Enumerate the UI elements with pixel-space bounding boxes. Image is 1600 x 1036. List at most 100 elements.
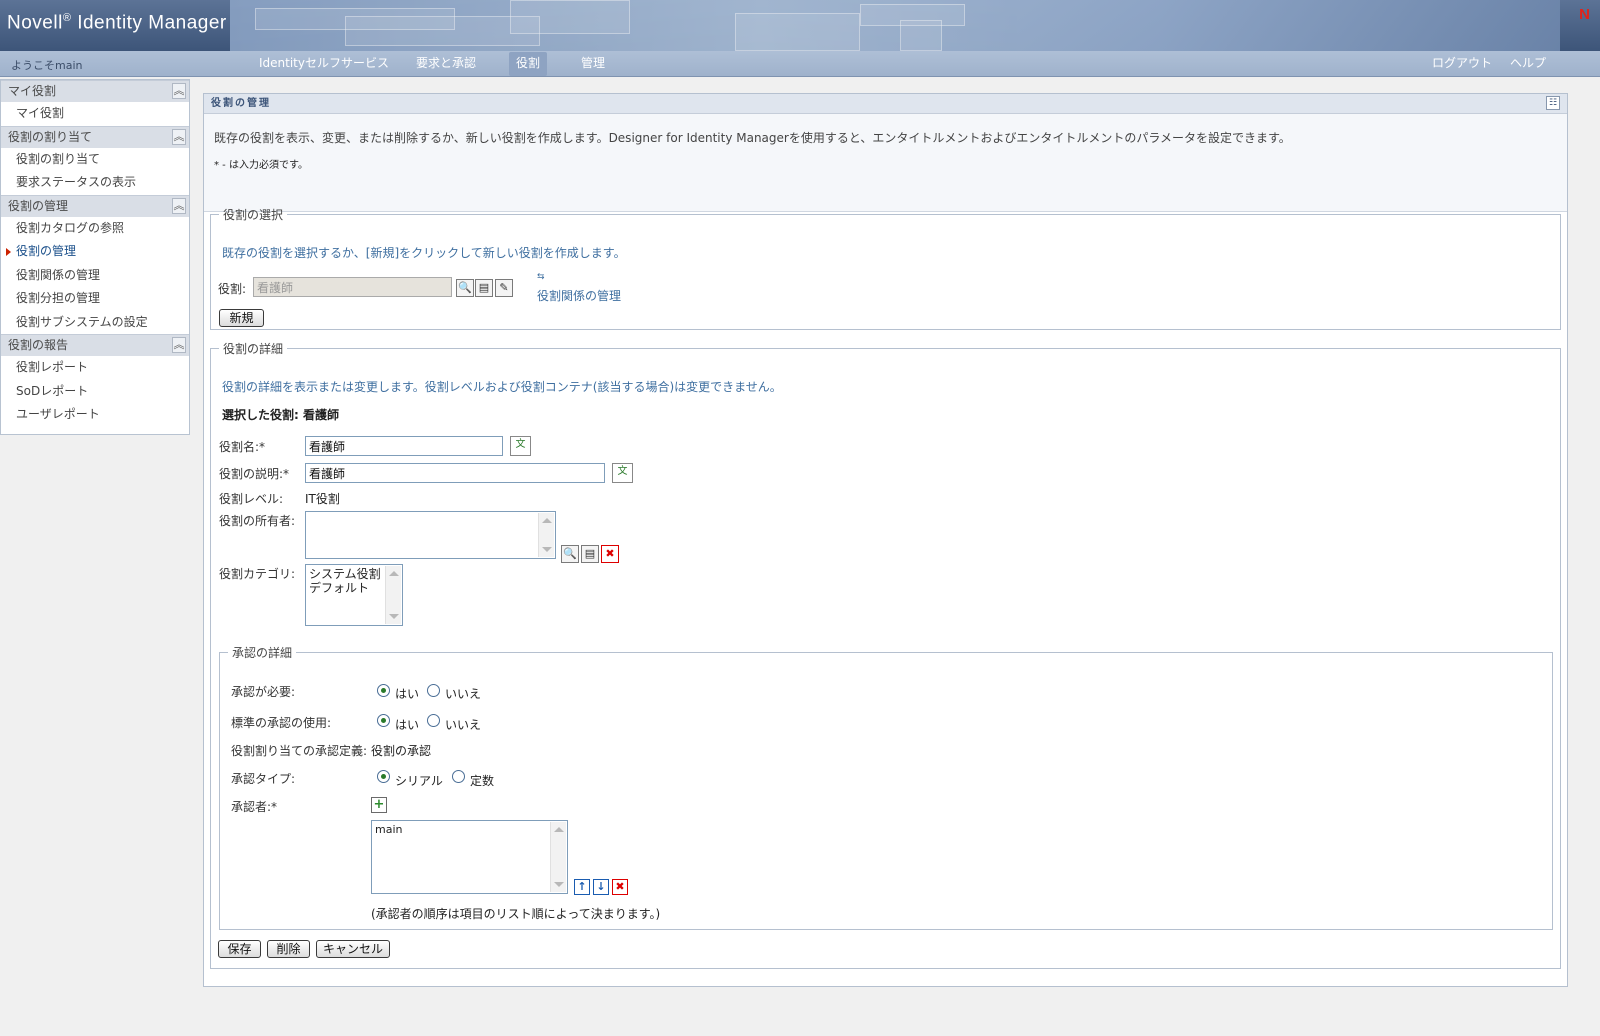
role-owner-label: 役割の所有者: (219, 514, 296, 528)
standard-approval-label: 標準の承認の使用: (231, 716, 332, 730)
approval-definition-value: 役割の承認 (371, 744, 432, 758)
manage-roles-panel: 役割の管理 ☷ 既存の役割を表示、変更、または削除するか、新しい役割を作成します… (203, 93, 1568, 987)
approvers-list[interactable]: main (371, 820, 568, 894)
new-role-button[interactable]: 新規 (219, 309, 264, 327)
localize-icon[interactable]: 文 (612, 463, 633, 483)
sidebar-item-request-status[interactable]: 要求ステータスの表示 (1, 171, 189, 195)
sidebar-item-manage-sod[interactable]: 役割分担の管理 (1, 287, 189, 311)
remove-icon[interactable]: ✖ (601, 545, 619, 563)
help-link[interactable]: ヘルプ (1503, 52, 1553, 76)
sidebar-item-assign-roles[interactable]: 役割の割り当て (1, 148, 189, 172)
standard-approval-yes-label: はい (395, 718, 420, 732)
role-level-value: IT役割 (305, 492, 340, 506)
collapse-icon[interactable]: ︽ (172, 128, 186, 145)
search-icon[interactable]: 🔍 (456, 279, 474, 297)
standard-approval-no-label: いいえ (445, 718, 482, 732)
cancel-button[interactable]: キャンセル (316, 940, 390, 958)
approval-type-serial-radio[interactable] (377, 770, 390, 783)
approval-type-quorum-radio[interactable] (452, 770, 465, 783)
sidebar-item-user-report[interactable]: ユーザレポート (1, 403, 189, 427)
sidebar-item-manage-roles[interactable]: 役割の管理 (1, 240, 189, 264)
approval-details-fieldset: 承認の詳細 承認が必要: はい いいえ 標準の承認の使用: はい いいえ 役割割… (219, 644, 1553, 930)
approval-required-yes-radio[interactable] (377, 684, 390, 697)
role-category-list[interactable]: システム役割 デフォルト (305, 564, 403, 626)
approval-definition-label: 役割割り当ての承認定義: (231, 744, 368, 758)
role-name-label: 役割名:* (219, 440, 266, 454)
approval-required-no-radio[interactable] (427, 684, 440, 697)
selected-role-heading: 選択した役割: 看護師 (222, 408, 339, 422)
standard-approval-yes-radio[interactable] (377, 714, 390, 727)
panel-intro: 既存の役割を表示、変更、または削除するか、新しい役割を作成します。Designe… (204, 114, 1567, 212)
move-down-icon[interactable]: ↓ (593, 879, 609, 895)
approval-details-legend: 承認の詳細 (232, 646, 293, 660)
remove-approver-icon[interactable]: ✖ (612, 879, 628, 895)
sidebar-section-my-roles[interactable]: マイ役割 ︽ (1, 80, 189, 102)
collapse-icon[interactable]: ︽ (172, 337, 186, 353)
role-owner-list[interactable] (305, 511, 556, 559)
role-select-fieldset: 役割の選択 既存の役割を選択するか、[新規]をクリックして新しい役割を作成します… (210, 206, 1561, 330)
sidebar-section-role-management[interactable]: 役割の管理 ︽ (1, 194, 189, 217)
panel-title: 役割の管理 ☷ (204, 94, 1567, 114)
sidebar-section-role-assignment[interactable]: 役割の割り当て ︽ (1, 125, 189, 148)
approvers-order-note: (承認者の順序は項目のリスト順によって決まります。) (371, 907, 661, 921)
search-icon[interactable]: 🔍 (561, 545, 579, 563)
approval-required-yes-label: はい (395, 687, 420, 701)
role-description-label: 役割の説明:* (219, 467, 290, 481)
delete-button[interactable]: 削除 (267, 940, 310, 958)
sidebar-item-subsystem-config[interactable]: 役割サブシステムの設定 (1, 311, 189, 335)
novell-n-logo: N (1579, 6, 1590, 23)
product-logo: Novell® Identity Manager (7, 12, 227, 34)
scrollbar[interactable] (538, 513, 554, 557)
logout-link[interactable]: ログアウト (1425, 52, 1499, 76)
scrollbar[interactable] (385, 566, 401, 624)
required-note: * - は入力必須です。 (214, 160, 308, 171)
approval-type-label: 承認タイプ: (231, 772, 296, 786)
approvers-label: 承認者:* (231, 800, 278, 814)
approver-option[interactable]: main (375, 823, 564, 837)
role-input[interactable] (253, 277, 452, 297)
header-decoration (230, 0, 1560, 51)
edit-icon[interactable]: ✎ (495, 279, 513, 297)
welcome-text: ようこそmain (11, 59, 83, 72)
role-details-legend: 役割の詳細 (223, 342, 284, 356)
manage-relationships-link[interactable]: 役割関係の管理 (537, 287, 621, 304)
history-icon[interactable]: ▤ (581, 545, 599, 563)
panel-menu-icon[interactable]: ☷ (1546, 96, 1560, 110)
sidebar-item-sod-report[interactable]: SoDレポート (1, 380, 189, 404)
sidebar-item-manage-relationships[interactable]: 役割関係の管理 (1, 264, 189, 288)
sidebar: マイ役割 ︽ マイ役割 役割の割り当て ︽ 役割の割り当て 要求ステータスの表示… (0, 79, 190, 435)
app-header: Novell® Identity Manager N (0, 0, 1600, 51)
role-label: 役割: (218, 282, 247, 296)
role-select-legend: 役割の選択 (223, 208, 284, 222)
sidebar-item-role-report[interactable]: 役割レポート (1, 356, 189, 380)
move-up-icon[interactable]: ↑ (574, 879, 590, 895)
approval-required-label: 承認が必要: (231, 685, 296, 699)
approval-type-quorum-label: 定数 (470, 774, 495, 788)
standard-approval-no-radio[interactable] (427, 714, 440, 727)
tab-administration[interactable]: 管理 (574, 52, 612, 76)
sidebar-section-role-reporting[interactable]: 役割の報告 ︽ (1, 334, 189, 356)
role-select-hint: 既存の役割を選択するか、[新規]をクリックして新しい役割を作成します。 (222, 246, 626, 260)
role-details-fieldset: 役割の詳細 役割の詳細を表示または変更します。役割レベルおよび役割コンテナ(該当… (210, 340, 1561, 969)
tab-requests-approvals[interactable]: 要求と承認 (409, 52, 483, 76)
approval-type-serial-label: シリアル (395, 774, 443, 788)
relationship-icon[interactable]: ⇆ (537, 272, 545, 282)
collapse-icon[interactable]: ︽ (172, 83, 186, 99)
role-details-hint: 役割の詳細を表示または変更します。役割レベルおよび役割コンテナ(該当する場合)は… (222, 380, 782, 394)
role-name-input[interactable] (305, 436, 503, 456)
sidebar-item-browse-catalog[interactable]: 役割カタログの参照 (1, 217, 189, 241)
collapse-icon[interactable]: ︽ (172, 197, 186, 214)
tab-identity-self-service[interactable]: Identityセルフサービス (252, 52, 396, 76)
scrollbar[interactable] (550, 822, 566, 892)
add-approver-icon[interactable]: + (371, 797, 387, 813)
tab-roles[interactable]: 役割 (509, 52, 548, 76)
save-button[interactable]: 保存 (218, 940, 261, 958)
role-description-input[interactable] (305, 463, 605, 483)
role-category-label: 役割カテゴリ: (219, 567, 296, 581)
role-level-label: 役割レベル: (219, 492, 284, 506)
sidebar-item-my-roles[interactable]: マイ役割 (1, 102, 189, 126)
history-icon[interactable]: ▤ (475, 279, 493, 297)
top-navbar: ようこそmain Identityセルフサービス 要求と承認 役割 管理 ログア… (0, 51, 1600, 77)
approval-required-no-label: いいえ (445, 687, 482, 701)
localize-icon[interactable]: 文 (510, 436, 531, 456)
